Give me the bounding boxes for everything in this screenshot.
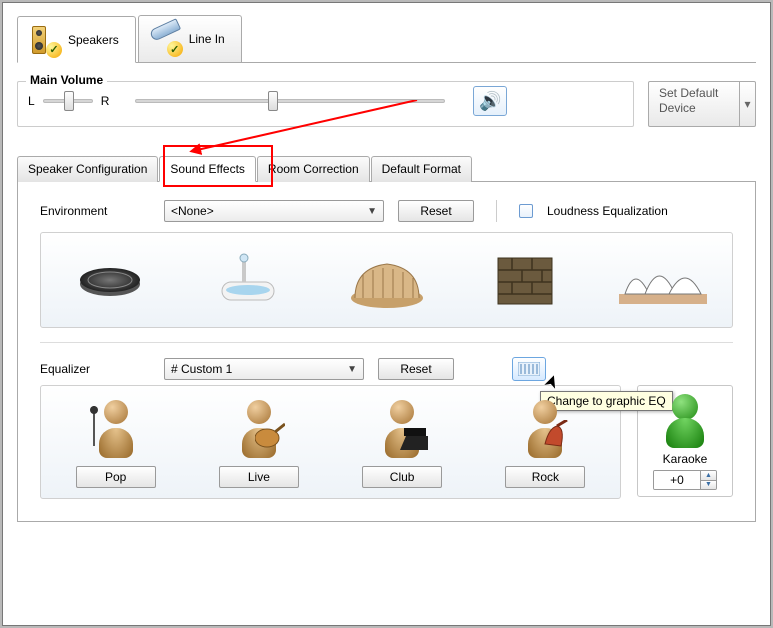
top-tab-speakers[interactable]: ✓ Speakers [17,16,136,63]
environment-presets [40,232,733,328]
manhole-icon [74,260,146,300]
divider [496,200,497,222]
balance-right-label: R [101,94,110,108]
chevron-down-icon: ▾ [739,82,755,126]
top-tab-speakers-label: Speakers [68,33,119,47]
preset-pop-button[interactable]: Pop [76,466,156,488]
environment-preset-opera[interactable] [602,241,724,319]
tab-default-format[interactable]: Default Format [371,156,472,182]
karaoke-icon [657,392,713,448]
equalizer-presets: Pop Live [40,385,621,499]
karaoke-value: +0 [654,471,700,489]
chevron-down-icon: ▼ [367,206,377,217]
preset-rock-icon[interactable] [513,396,577,460]
loudness-equalization-checkbox[interactable] [519,204,533,218]
speaker-icon: ✓ [26,22,62,58]
equalizer-dropdown[interactable]: # Custom 1 ▼ [164,358,364,380]
environment-dropdown[interactable]: <None> ▼ [164,200,384,222]
opera-house-icon [615,252,711,308]
top-tab-line-in[interactable]: ✓ Line In [138,15,242,62]
tab-sound-effects[interactable]: Sound Effects [159,156,256,182]
top-tab-line-in-label: Line In [189,32,225,46]
environment-selected: <None> [171,204,214,218]
karaoke-spinner-up[interactable]: ▲ [701,471,716,481]
equalizer-label: Equalizer [40,362,150,376]
preset-live-button[interactable]: Live [219,466,299,488]
loudness-equalization-label: Loudness Equalization [547,204,668,218]
balance-left-label: L [28,94,35,108]
preset-live-icon[interactable] [227,396,291,460]
graphic-eq-icon [518,362,540,376]
volume-legend: Main Volume [26,73,107,87]
environment-preset-sewer[interactable] [49,241,171,319]
tab-speaker-configuration[interactable]: Speaker Configuration [17,156,158,182]
karaoke-value-spinner[interactable]: +0 ▲ ▼ [653,470,717,490]
environment-label: Environment [40,204,150,218]
sound-icon: 🔊 [479,91,501,112]
main-volume-slider[interactable] [135,99,445,103]
equalizer-reset-button[interactable]: Reset [378,358,454,380]
set-default-device-label: Set Default Device [649,82,739,126]
environment-preset-arena[interactable] [325,241,447,319]
karaoke-spinner-down[interactable]: ▼ [701,481,716,490]
environment-preset-stone-room[interactable] [464,241,586,319]
preset-club-icon[interactable] [370,396,434,460]
preset-club-button[interactable]: Club [362,466,442,488]
mute-button[interactable]: 🔊 [473,86,507,116]
equalizer-selected: # Custom 1 [171,362,232,376]
preset-pop-icon[interactable] [84,396,148,460]
environment-preset-bathroom[interactable] [187,241,309,319]
tab-room-correction[interactable]: Room Correction [257,156,370,182]
line-in-icon: ✓ [147,21,183,57]
colosseum-icon [347,250,427,310]
set-default-device-dropdown[interactable]: Set Default Device ▾ [648,81,756,127]
environment-reset-button[interactable]: Reset [398,200,474,222]
bathtub-icon [212,252,284,308]
balance-slider[interactable] [43,99,93,103]
stone-wall-icon [492,250,558,310]
divider [40,342,733,343]
chevron-down-icon: ▼ [347,364,357,375]
karaoke-label: Karaoke [663,452,708,466]
preset-rock-button[interactable]: Rock [505,466,585,488]
